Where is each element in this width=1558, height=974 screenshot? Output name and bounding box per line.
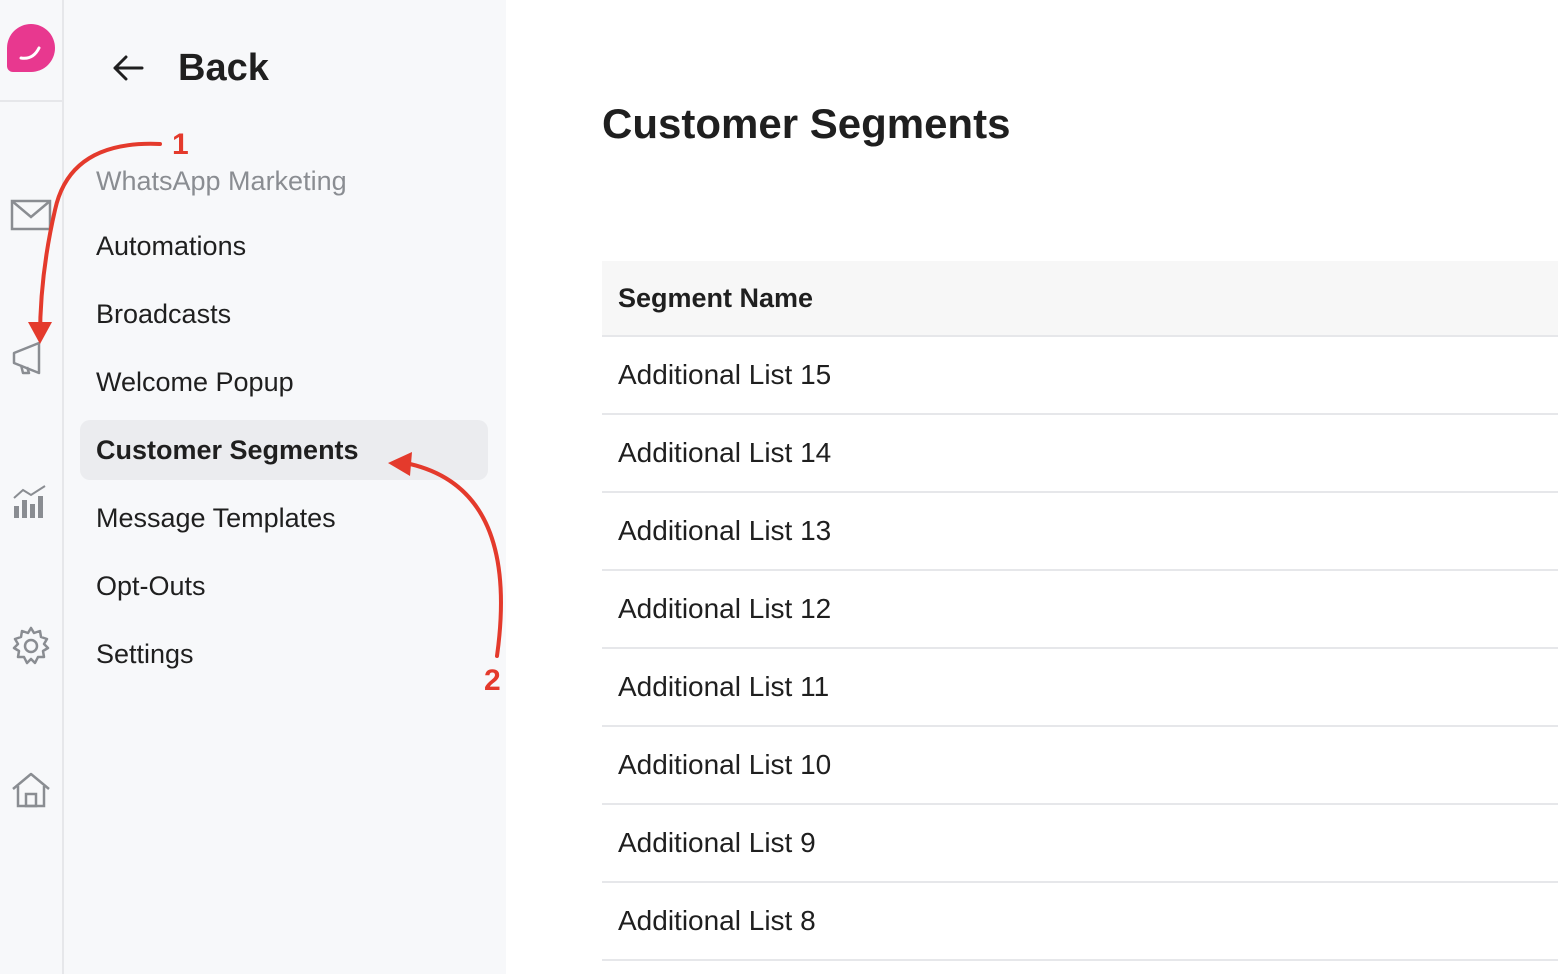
arrow-left-icon <box>113 55 144 81</box>
back-label: Back <box>178 46 269 89</box>
sidebar-item-broadcasts[interactable]: Broadcasts <box>80 284 488 344</box>
table-row[interactable]: Additional List 8 <box>602 883 1558 961</box>
table-row[interactable]: Additional List 15 <box>602 337 1558 415</box>
icon-rail <box>0 0 64 974</box>
table-row[interactable]: Additional List 10 <box>602 727 1558 805</box>
page-title: Customer Segments <box>602 100 1011 147</box>
section-sidebar: Back WhatsApp Marketing Automations Broa… <box>64 0 506 974</box>
section-heading: WhatsApp Marketing <box>96 166 347 196</box>
sidebar-item-opt-outs[interactable]: Opt-Outs <box>80 556 488 616</box>
home-icon[interactable] <box>9 768 53 812</box>
segments-table: Segment Name Additional List 15 Addition… <box>602 261 1558 961</box>
column-header-segment-name[interactable]: Segment Name <box>602 261 1558 337</box>
sidebar-item-settings[interactable]: Settings <box>80 624 488 684</box>
back-button[interactable]: Back <box>108 40 269 96</box>
megaphone-icon[interactable] <box>9 336 53 380</box>
table-row[interactable]: Additional List 14 <box>602 415 1558 493</box>
mail-icon[interactable] <box>9 192 53 236</box>
table-row[interactable]: Additional List 11 <box>602 649 1558 727</box>
table-row[interactable]: Additional List 12 <box>602 571 1558 649</box>
sidebar-item-welcome-popup[interactable]: Welcome Popup <box>80 352 488 412</box>
logo-icon[interactable] <box>7 24 55 72</box>
sidebar-item-customer-segments[interactable]: Customer Segments <box>80 420 488 480</box>
analytics-icon[interactable] <box>9 480 53 524</box>
sidebar-item-message-templates[interactable]: Message Templates <box>80 488 488 548</box>
logo-area <box>0 0 62 102</box>
main-content: Customer Segments Segment Name Additiona… <box>506 0 1558 974</box>
annotation-step-2: 2 <box>484 664 501 697</box>
sidebar-item-automations[interactable]: Automations <box>80 216 488 276</box>
table-row[interactable]: Additional List 13 <box>602 493 1558 571</box>
table-row[interactable]: Additional List 9 <box>602 805 1558 883</box>
annotation-step-1: 1 <box>172 128 189 161</box>
gear-icon[interactable] <box>9 624 53 668</box>
